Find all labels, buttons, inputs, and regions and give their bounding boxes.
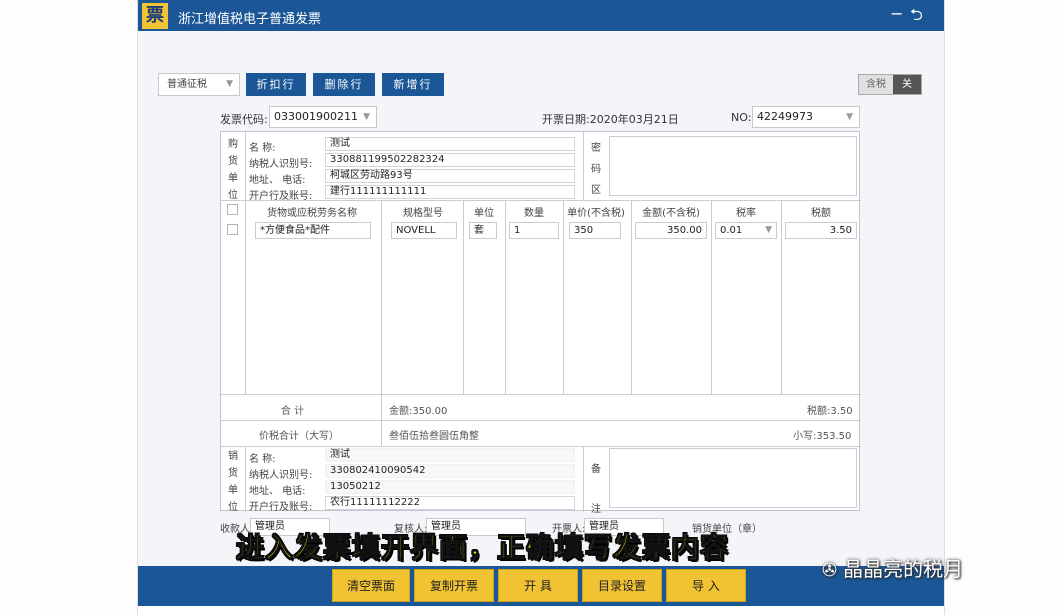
copy-invoice-button[interactable]: 复制开票 [414, 569, 494, 602]
col-header-unit: 单位 [474, 208, 494, 219]
minimize-icon[interactable]: − [890, 4, 903, 23]
sum-label: 合 计 [281, 406, 305, 417]
item-spec-field[interactable]: NOVELL [391, 222, 457, 239]
col-header-amount: 金额(不含税) [642, 208, 700, 219]
seller-address-label: 地址、 电话: [249, 486, 306, 497]
buyer-name-field[interactable]: 测试 [325, 137, 575, 151]
item-unit-field[interactable]: 套 [469, 222, 497, 239]
total-label: 价税合计（大写） [259, 431, 339, 442]
seller-name-label: 名 称: [249, 454, 276, 465]
seller-name-field[interactable]: 测试 [325, 448, 575, 462]
new-row-button[interactable]: 新增行 [382, 73, 444, 96]
invoice-app-window: 票 浙江增值税电子普通发票 − ⮌ 普通征税 ▼ 折扣行 删除行 新增行 含税 … [138, 0, 944, 606]
chevron-down-icon: ▼ [765, 225, 772, 235]
invoice-date: 开票日期:2020年03月21日 [542, 113, 679, 126]
wechat-watermark: ✇ 晶晶亮的税月 [822, 553, 963, 582]
window-title: 浙江增值税电子普通发票 [178, 12, 322, 27]
item-amount-field[interactable]: 350.00 [635, 222, 707, 239]
col-header-qty: 数量 [524, 208, 544, 219]
video-caption: 进入发票填开界面，正确填写发票内容 [235, 531, 730, 565]
app-logo-icon: 票 [142, 3, 168, 29]
col-header-rate: 税率 [736, 208, 756, 219]
item-rate-select[interactable]: 0.01 ▼ [715, 222, 777, 239]
buyer-side-label: 购货单位 [228, 139, 238, 201]
item-tax-field[interactable]: 3.50 [785, 222, 857, 239]
col-header-name: 货物或应税劳务名称 [267, 208, 357, 219]
watermark-text: 晶晶亮的税月 [843, 557, 964, 581]
col-header-tax: 税额 [811, 208, 831, 219]
invoice-code-label: 发票代码: [220, 113, 268, 126]
item-rate-value: 0.01 [720, 225, 743, 236]
buyer-taxid-field[interactable]: 330881199502282324 [325, 153, 575, 167]
seller-taxid-label: 纳税人识别号: [249, 470, 313, 481]
total-in-figures: 小写:353.50 [793, 431, 852, 442]
buyer-address-field[interactable]: 柯城区劳动路93号 [325, 169, 575, 183]
invoice-no-value: 42249973 [757, 110, 813, 123]
seller-side-label: 销货单位 [228, 451, 238, 513]
sum-tax: 税额:3.50 [807, 406, 853, 417]
col-header-price: 单价(不含税) [567, 208, 625, 219]
back-icon[interactable]: ⮌ [910, 4, 923, 31]
buyer-bank-field[interactable]: 建行111111111111 [325, 185, 575, 199]
cipher-area [609, 136, 857, 196]
tax-type-select[interactable]: 普通征税 ▼ [158, 73, 240, 96]
left-margin [0, 0, 138, 615]
row-checkbox[interactable] [227, 224, 238, 235]
tax-type-value: 普通征税 [167, 79, 207, 90]
tax-inclusive-label: 含税 [866, 79, 886, 90]
buyer-taxid-label: 纳税人识别号: [249, 159, 313, 170]
seller-bank-field[interactable]: 农行11111112222 [325, 496, 575, 510]
col-header-spec: 规格型号 [403, 208, 443, 219]
invoice-no-select[interactable]: 42249973 ▼ [752, 106, 860, 128]
seller-bank-label: 开户行及账号: [249, 502, 313, 513]
remark-area[interactable] [609, 448, 857, 508]
invoice-code-value: 033001900211 [274, 110, 358, 123]
seller-address-field[interactable]: 13050212 [325, 480, 575, 494]
invoice-no-label: NO: [731, 111, 752, 124]
toggle-off-label: 关 [893, 75, 921, 94]
chevron-down-icon: ▼ [363, 112, 370, 122]
chevron-down-icon: ▼ [226, 79, 233, 89]
title-bar: 票 浙江增值税电子普通发票 − ⮌ [138, 0, 944, 31]
chevron-down-icon: ▼ [846, 112, 853, 122]
invoice-code-select[interactable]: 033001900211 ▼ [269, 106, 377, 128]
seller-taxid-field[interactable]: 330802410090542 [325, 464, 575, 478]
item-price-field[interactable]: 350 [569, 222, 621, 239]
screen: 票 浙江增值税电子普通发票 − ⮌ 普通征税 ▼ 折扣行 删除行 新增行 含税 … [0, 0, 1064, 615]
clear-invoice-button[interactable]: 清空票面 [332, 569, 410, 602]
invoice-form: 购货单位 名 称: 测试 纳税人识别号: 330881199502282324 … [220, 131, 861, 515]
buyer-address-label: 地址、 电话: [249, 175, 306, 186]
total-in-words: 叁佰伍拾叁圆伍角整 [389, 431, 479, 442]
item-qty-field[interactable]: 1 [509, 222, 559, 239]
directory-settings-button[interactable]: 目录设置 [582, 569, 662, 602]
buyer-name-label: 名 称: [249, 143, 276, 154]
wechat-icon: ✇ [822, 560, 838, 581]
select-all-checkbox[interactable] [227, 204, 238, 215]
item-name-field[interactable]: *方便食品*配件 [255, 222, 371, 239]
delete-row-button[interactable]: 删除行 [313, 73, 375, 96]
right-margin [944, 0, 1064, 615]
sum-amount: 金额:350.00 [389, 406, 448, 417]
issue-invoice-button[interactable]: 开 具 [498, 569, 578, 602]
discount-row-button[interactable]: 折扣行 [246, 73, 306, 96]
tax-inclusive-toggle[interactable]: 含税 关 [858, 74, 922, 95]
cipher-area-label: 密码区 [591, 143, 601, 196]
import-button[interactable]: 导 入 [666, 569, 746, 602]
